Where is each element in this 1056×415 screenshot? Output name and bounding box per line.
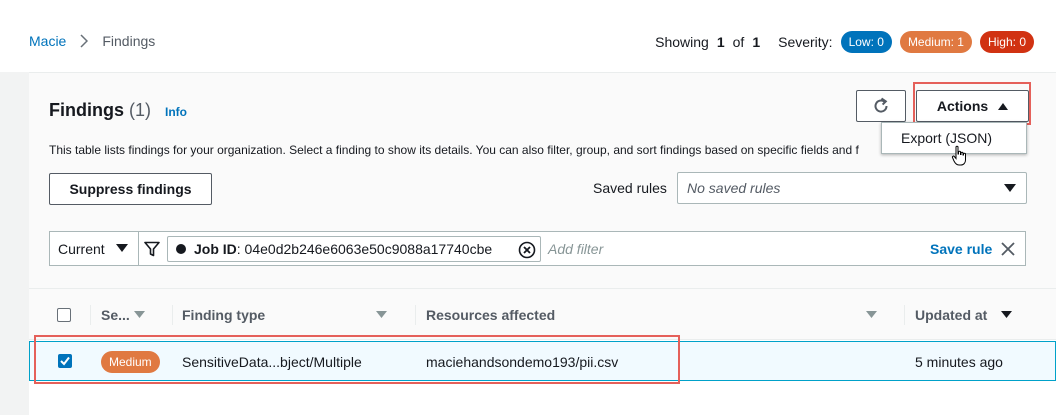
showing-total: 1 (752, 34, 761, 50)
severity-label: Severity: (778, 34, 833, 50)
showing-current: 1 (716, 34, 725, 50)
findings-table: Se... Finding type Resources affected Up… (29, 288, 1056, 415)
column-divider (904, 305, 905, 325)
caret-down-icon (116, 244, 128, 252)
column-divider (172, 305, 173, 325)
bullet-icon (176, 244, 186, 254)
refresh-icon (874, 97, 888, 113)
chip-value: : 04e0d2b246e6063e50c9088a17740cbe (236, 241, 493, 257)
showing-label: Showing (655, 34, 709, 50)
scope-value: Current (58, 240, 105, 257)
suppress-findings-button[interactable]: Suppress findings (49, 173, 212, 205)
panel-description: This table lists findings for your organ… (49, 143, 859, 157)
row-highlight-box (34, 335, 680, 384)
sort-desc-icon[interactable] (1001, 311, 1012, 319)
severity-low-badge: Low: 0 (840, 31, 892, 53)
of-label: of (732, 34, 745, 50)
saved-rules-select[interactable]: No saved rules (677, 172, 1027, 204)
breadcrumb: Macie Findings (29, 33, 155, 49)
saved-rules-value: No saved rules (687, 180, 781, 196)
remove-filter-icon[interactable] (518, 241, 536, 259)
page-title: Findings (1) (49, 100, 151, 121)
findings-panel: Findings (1) Info This table lists findi… (29, 72, 1056, 415)
filter-chip-job-id[interactable]: Job ID : 04e0d2b246e6063e50c9088a17740cb… (167, 236, 541, 262)
sort-icon[interactable] (376, 311, 387, 319)
filter-bar: Current Job ID : 04e0d2b246e6063e50c9088… (49, 231, 1026, 266)
save-rule-link[interactable]: Save rule (930, 241, 992, 257)
panel-title: Findings (49, 100, 124, 120)
sort-icon[interactable] (134, 311, 145, 319)
table-header: Se... Finding type Resources affected Up… (29, 289, 1056, 340)
column-header-resources[interactable]: Resources affected (426, 307, 555, 323)
caret-down-icon (1004, 184, 1016, 192)
column-divider (415, 305, 416, 325)
saved-rules-label: Saved rules (593, 180, 667, 196)
severity-medium-badge: Medium: 1 (899, 31, 972, 53)
column-header-updated[interactable]: Updated at (915, 307, 987, 323)
findings-count: (1) (129, 100, 152, 120)
hand-cursor-icon (951, 145, 966, 166)
refresh-button[interactable] (856, 90, 906, 122)
chevron-right-icon (80, 33, 90, 49)
updated-cell: 5 minutes ago (915, 354, 1003, 370)
sort-icon[interactable] (866, 311, 877, 319)
chip-key: Job ID (194, 241, 237, 257)
column-header-severity[interactable]: Se... (101, 307, 130, 323)
breadcrumb-current: Findings (102, 33, 156, 49)
close-icon[interactable] (1001, 242, 1015, 256)
add-filter-input[interactable]: Add filter (548, 241, 603, 257)
scope-select[interactable]: Current (50, 232, 139, 265)
column-divider (90, 305, 91, 325)
actions-highlight-box (913, 82, 1031, 125)
filter-icon (144, 241, 160, 257)
info-link[interactable]: Info (165, 105, 187, 119)
findings-summary: Showing 1 of 1 Severity: Low: 0 Medium: … (655, 31, 1034, 53)
severity-high-badge: High: 0 (979, 31, 1034, 53)
breadcrumb-macie-link[interactable]: Macie (29, 33, 66, 49)
column-header-finding-type[interactable]: Finding type (182, 307, 265, 323)
select-all-checkbox[interactable] (57, 308, 71, 322)
top-bar: Macie Findings Showing 1 of 1 Severity: … (0, 0, 1056, 72)
